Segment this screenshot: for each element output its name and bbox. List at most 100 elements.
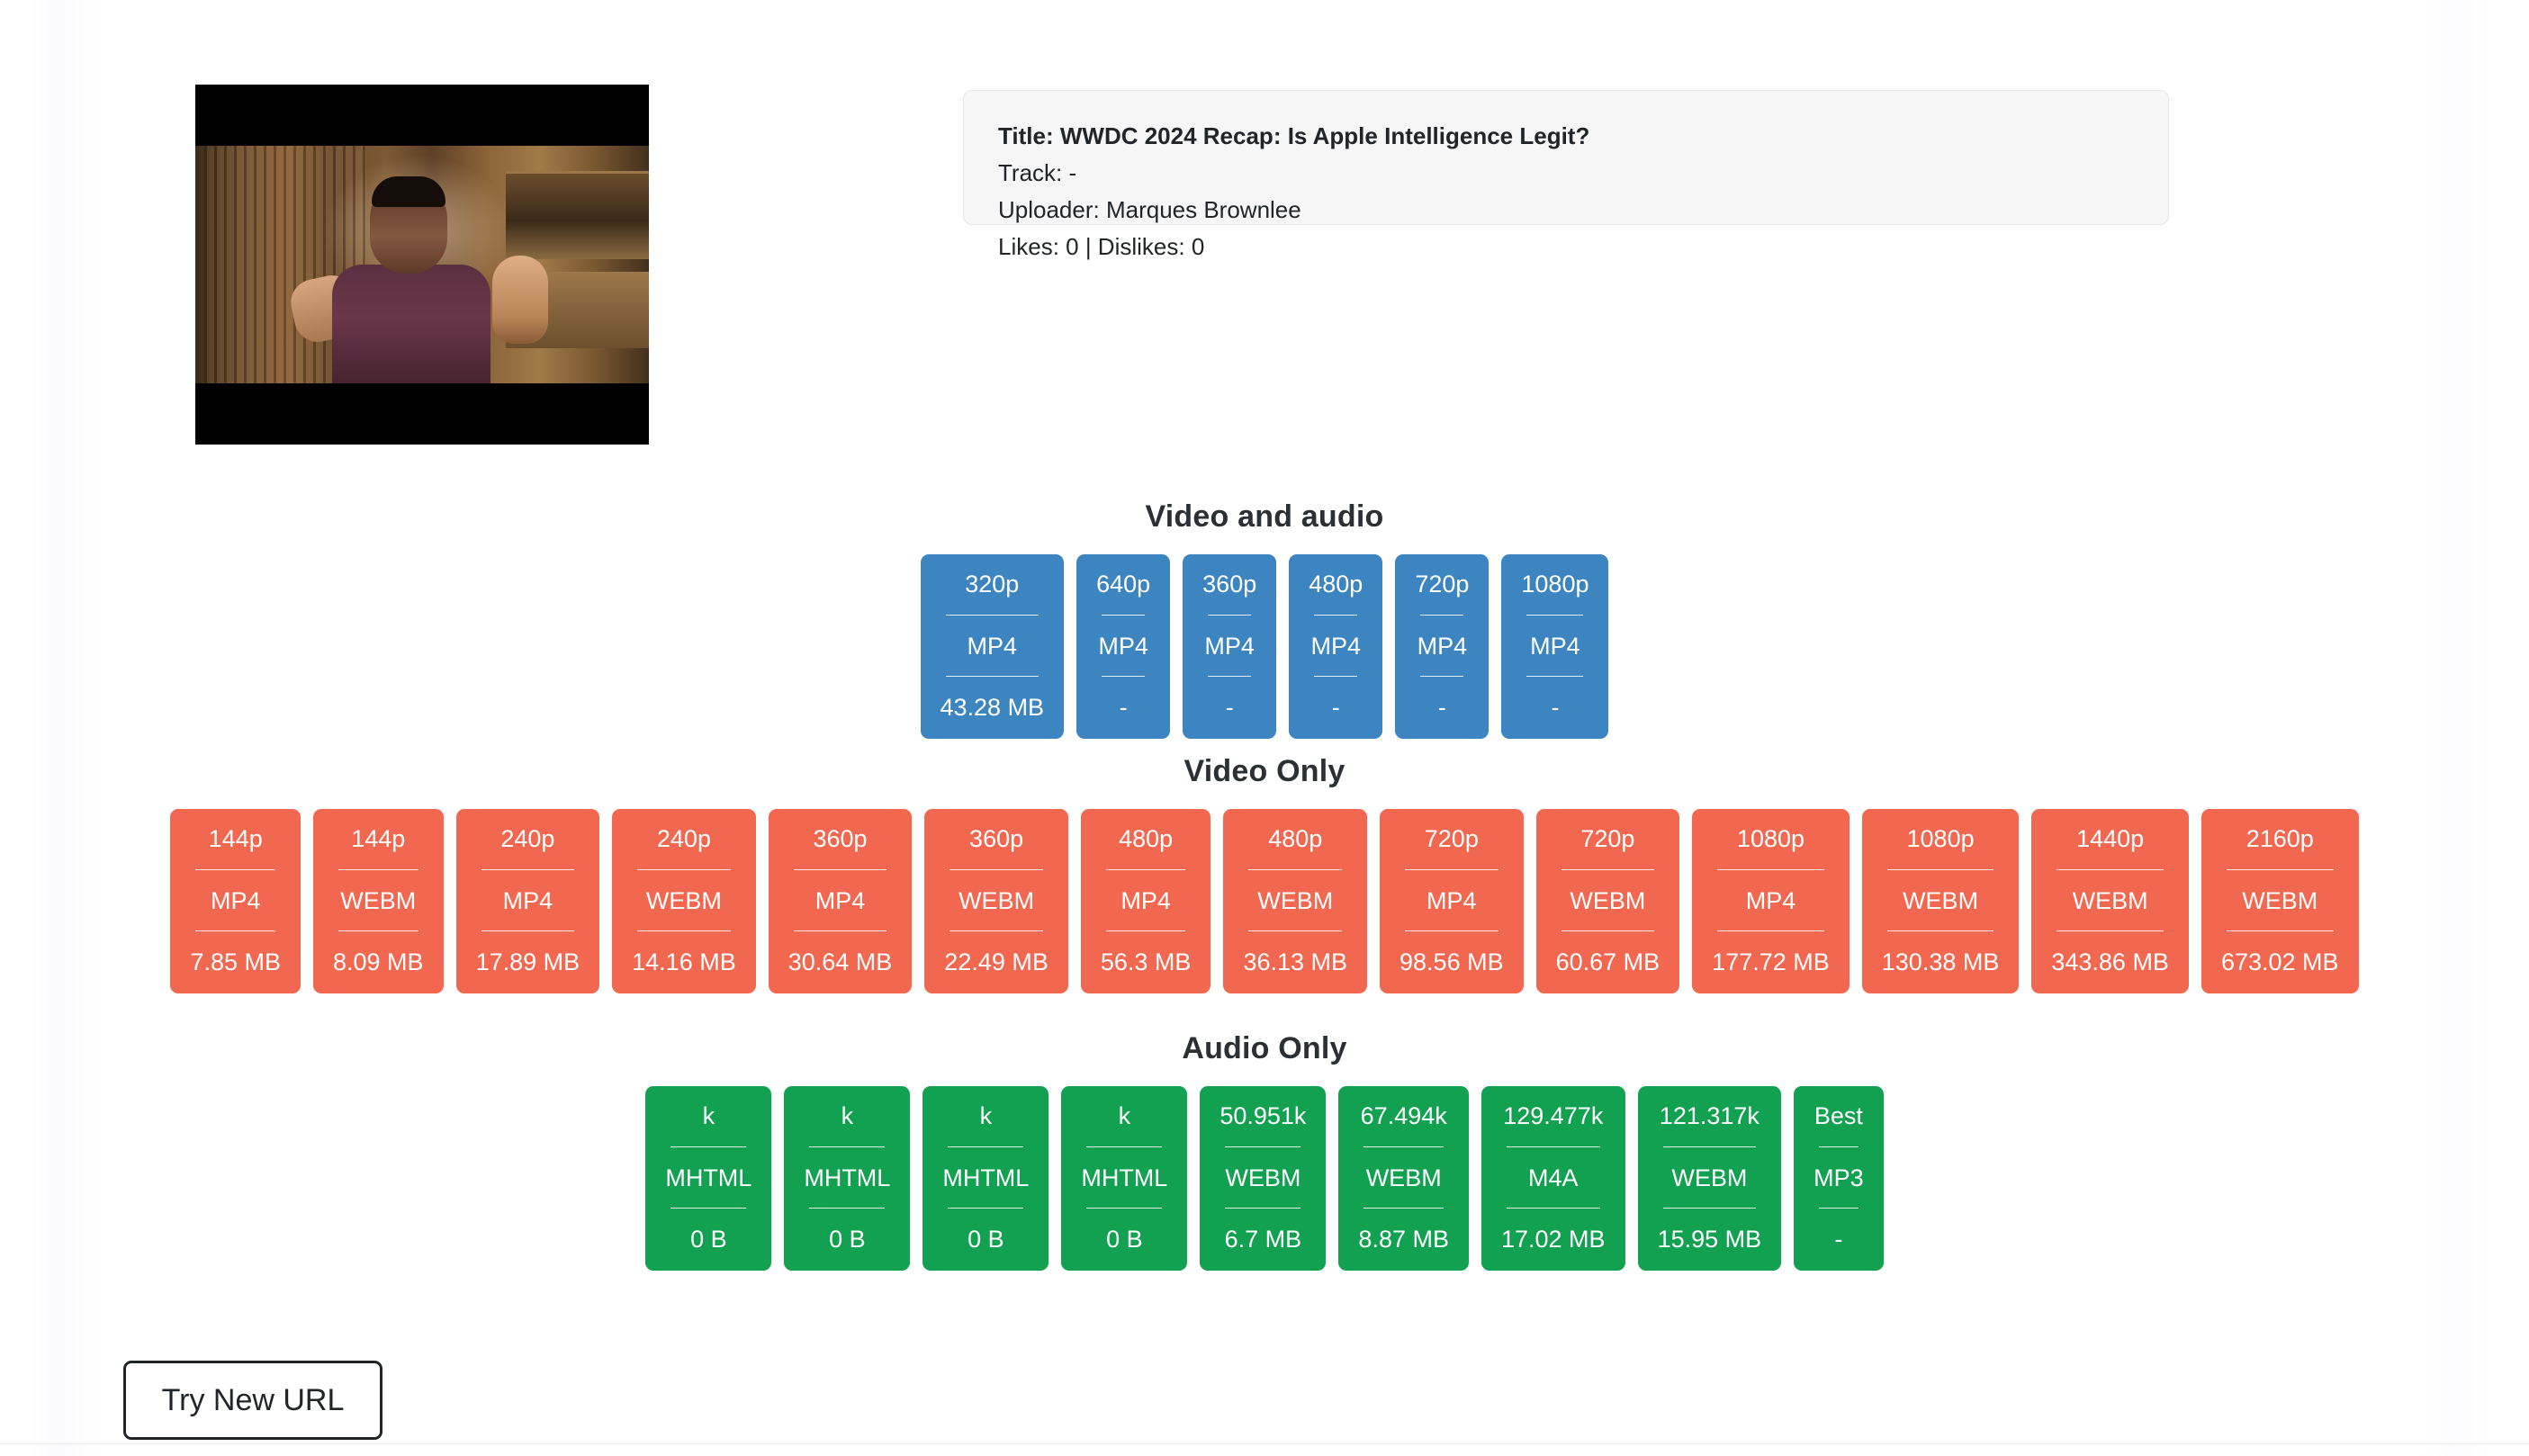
format-card[interactable]: 720p MP4 - [1395,554,1490,739]
format-quality: 1080p [1906,825,1975,852]
format-card[interactable]: 67.494k WEBM 8.87 MB [1338,1086,1469,1271]
format-card[interactable]: 720p MP4 98.56 MB [1380,809,1524,993]
format-card-divider [1405,868,1498,870]
format-extension: MP4 [1098,632,1148,660]
try-new-url-button[interactable]: Try New URL [123,1361,382,1440]
format-quality: 144p [351,825,406,852]
format-card[interactable]: k MHTML 0 B [1061,1086,1188,1271]
section-video-only: Video Only 144p MP4 7.85 MB 144p WEBM 8.09 MB… [0,754,2529,993]
format-card-divider [809,1146,886,1147]
format-filesize: 7.85 MB [190,948,281,975]
format-card-divider [338,868,418,870]
format-card-divider [1405,930,1498,932]
format-card[interactable]: 2160p WEBM 673.02 MB [2200,809,2359,993]
format-row-video-and-audio: 320p MP4 43.28 MB 640p MP4 - 360p MP4-480p MP4-7… [0,554,2529,739]
format-extension: WEBM [1671,1164,1748,1191]
format-card[interactable]: 1080p MP4 - [1501,554,1609,739]
format-extension: MP3 [1814,1164,1864,1191]
format-card[interactable]: k MHTML 0 B [784,1086,911,1271]
video-title-line: Title: WWDC 2024 Recap: Is Apple Intelli… [998,122,1590,149]
format-card-divider [1662,1208,1757,1209]
format-row-video-only: 144p MP4 7.85 MB 144p WEBM 8.09 MB 240p MP4 17.8… [0,809,2529,993]
format-quality: 640p [1096,571,1151,598]
format-card-divider [1886,868,1994,870]
format-card[interactable]: Best MP3 - [1794,1086,1884,1271]
format-filesize: 36.13 MB [1243,948,1348,975]
format-card-divider [1248,868,1343,870]
format-filesize: 17.02 MB [1500,1226,1606,1253]
format-quality: 720p [1580,825,1635,852]
format-card-divider [2226,868,2334,870]
section-video-and-audio: Video and audio 320p MP4 43.28 MB 640p MP4-3… [0,499,2529,739]
format-filesize: - [1331,694,1340,721]
format-extension: WEBM [2242,886,2318,914]
format-extension: MP4 [1204,632,1255,660]
footer-divider [0,1443,2529,1444]
format-quality: 2160p [2246,825,2314,852]
format-card[interactable]: 144p WEBM 8.09 MB [313,809,444,993]
video-likes-line: Likes: 0 | Dislikes: 0 [998,233,1205,260]
format-extension: MP4 [1417,632,1468,660]
format-filesize: 0 B [829,1226,866,1253]
format-card-divider [1717,930,1824,932]
format-card-divider [1420,614,1464,616]
format-card[interactable]: 240p WEBM 14.16 MB [612,809,756,993]
format-quality: k [841,1102,854,1129]
format-card[interactable]: 480p MP4 - [1289,554,1383,739]
format-card-divider [950,930,1043,932]
format-card-divider [637,930,731,932]
format-card[interactable]: 360p MP4 - [1183,554,1277,739]
format-card-divider [1225,1146,1301,1147]
format-card[interactable]: 480p MP4 56.3 MB [1080,809,1211,993]
format-card[interactable]: 360p MP4 30.64 MB [768,809,913,993]
format-extension: MHTML [804,1164,891,1191]
format-card[interactable]: 320p MP4 43.28 MB [920,554,1065,739]
format-filesize: 130.38 MB [1881,948,2000,975]
format-card[interactable]: 121.317k WEBM 15.95 MB [1637,1086,1782,1271]
format-filesize: - [1119,694,1128,721]
format-card[interactable]: 1080p MP4 177.72 MB [1692,809,1850,993]
format-card[interactable]: 640p MP4 - [1076,554,1171,739]
format-card-divider [1526,676,1584,678]
format-filesize: 343.86 MB [2051,948,2169,975]
format-card-divider [1208,676,1252,678]
format-quality: 360p [813,825,868,852]
format-card-divider [481,930,575,932]
format-row-audio-only: k MHTML 0 B k MHTML 0 B k MHTML 0 B k MHTML 0 B 50.9… [0,1086,2529,1271]
format-filesize: 98.56 MB [1400,948,1504,975]
format-card[interactable]: k MHTML 0 B [922,1086,1049,1271]
format-card[interactable]: 1440p WEBM 343.86 MB [2031,809,2189,993]
format-card[interactable]: 50.951k WEBM 6.7 MB [1200,1086,1327,1271]
thumbnail-shelf-upper [506,171,649,259]
format-filesize: 30.64 MB [788,948,893,975]
format-card[interactable]: 129.477k M4A 17.02 MB [1480,1086,1625,1271]
format-quality: 240p [500,825,555,852]
format-quality: Best [1814,1102,1863,1129]
thumbnail-person-torso [332,265,490,383]
format-card-divider [1105,868,1186,870]
format-card-divider [1662,1146,1757,1147]
format-card-divider [1364,1208,1444,1209]
video-thumbnail [195,85,649,445]
format-card-divider [1506,1208,1600,1209]
format-extension: MP4 [814,886,866,914]
format-card[interactable]: 480p WEBM 36.13 MB [1223,809,1368,993]
format-card[interactable]: k MHTML 0 B [645,1086,772,1271]
format-card-divider [793,930,887,932]
format-card[interactable]: 240p MP4 17.89 MB [455,809,600,993]
thumbnail-person-right-hand [492,256,548,344]
format-filesize: 22.49 MB [944,948,1048,975]
format-card-divider [948,1208,1024,1209]
format-card-divider [945,676,1040,678]
format-filesize: 6.7 MB [1224,1226,1302,1253]
format-card-divider [1886,930,1994,932]
format-card-divider [1819,1146,1858,1147]
thumbnail-scene [195,146,649,383]
format-card-divider [1420,676,1464,678]
format-card-divider [1225,1208,1301,1209]
format-card[interactable]: 144p MP4 7.85 MB [170,809,301,993]
format-card[interactable]: 720p WEBM 60.67 MB [1535,809,1680,993]
format-card[interactable]: 360p WEBM 22.49 MB [924,809,1068,993]
format-quality: 1080p [1521,571,1589,598]
format-card[interactable]: 1080p WEBM 130.38 MB [1861,809,2020,993]
